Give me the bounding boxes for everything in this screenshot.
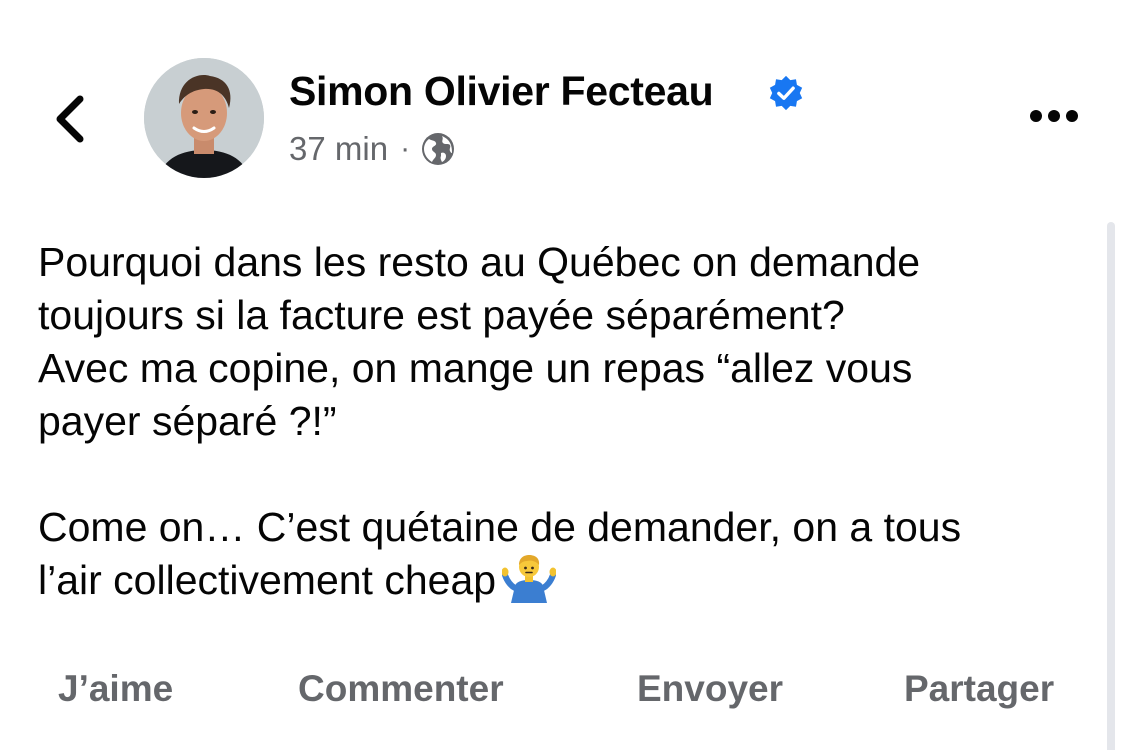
post-meta: 37 min · <box>289 128 456 170</box>
back-button[interactable] <box>40 84 100 154</box>
chevron-left-icon <box>56 95 84 143</box>
post-text-line: Pourquoi dans les resto au Québec on dem… <box>38 239 921 285</box>
verified-badge-icon <box>769 75 803 111</box>
scrollbar[interactable] <box>1107 222 1115 750</box>
post-body: Pourquoi dans les resto au Québec on dem… <box>38 236 1088 607</box>
post-text-line: toujours si la facture est payée séparém… <box>38 292 845 338</box>
like-button[interactable]: J’aime <box>58 668 173 710</box>
share-button[interactable]: Partager <box>904 668 1054 710</box>
post-text-line: payer séparé ?!” <box>38 398 337 444</box>
post-timestamp[interactable]: 37 min <box>289 130 388 168</box>
profile-photo <box>144 58 264 178</box>
avatar[interactable] <box>144 58 264 178</box>
post-action-bar: J’aime Commenter Envoyer Partager <box>0 668 1125 728</box>
post-text-line-last: l’air collectivement cheap <box>38 554 1088 607</box>
globe-icon[interactable] <box>420 131 456 167</box>
send-button[interactable]: Envoyer <box>637 668 783 710</box>
meta-separator: · <box>400 132 411 165</box>
post-detail-screen: Simon Olivier Fecteau 37 min · Pourquoi … <box>0 0 1125 750</box>
more-horizontal-icon <box>1030 110 1078 122</box>
post-text-line: Come on… C’est quétaine de demander, on … <box>38 504 962 550</box>
comment-button[interactable]: Commenter <box>298 668 504 710</box>
post-text-line: Avec ma copine, on mange un repas “allez… <box>38 345 913 391</box>
post-text-fragment: l’air collectivement cheap <box>38 557 497 603</box>
author-name[interactable]: Simon Olivier Fecteau <box>289 68 714 115</box>
man-shrugging-emoji-icon <box>502 555 557 603</box>
more-options-button[interactable] <box>1022 96 1086 136</box>
